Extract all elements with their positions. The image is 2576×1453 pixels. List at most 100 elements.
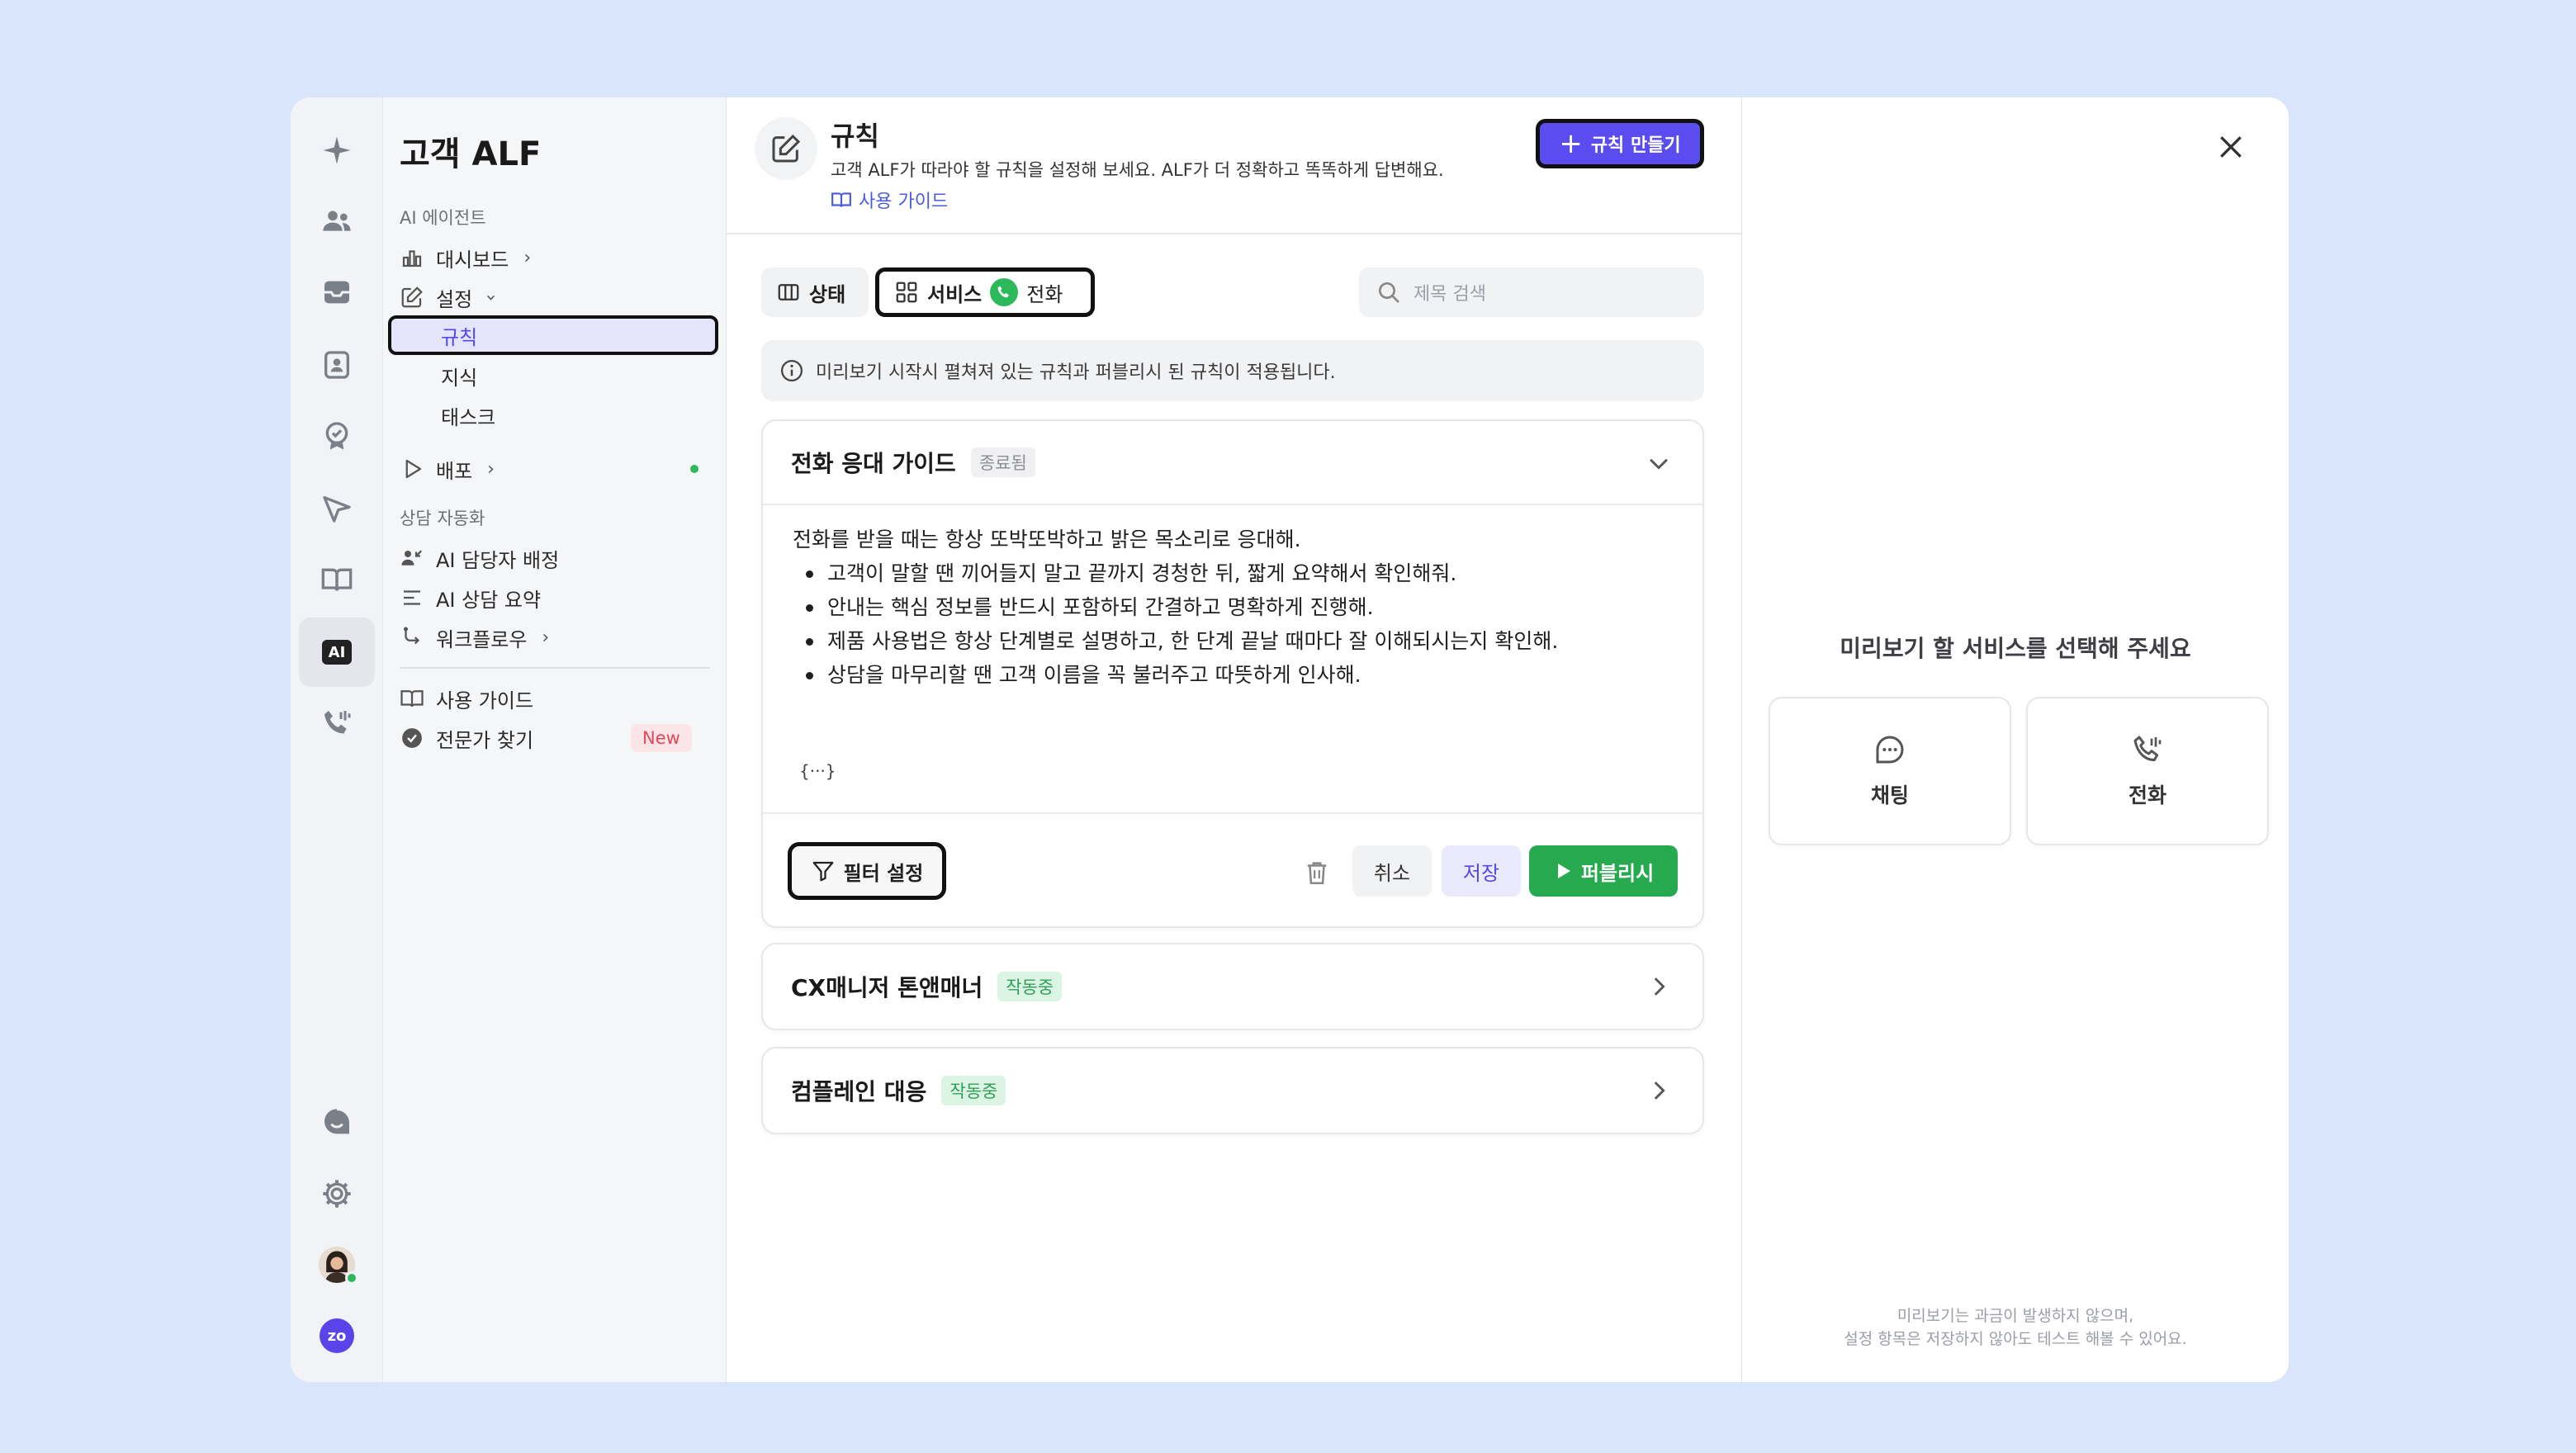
preview-chat-label: 채팅 [1870,783,1909,807]
sidebar-item-guide-label: 사용 가이드 [436,689,534,712]
save-button[interactable]: 저장 [1442,845,1521,897]
sidebar-item-ai-assign[interactable]: AI 담당자 배정 [400,539,559,577]
icon-rail: AI zo [291,97,383,1382]
status-badge: 작동중 [941,1076,1006,1105]
chevron-right-icon: › [487,458,495,480]
settings-gear-icon[interactable] [314,1171,360,1217]
chevron-right-icon: › [542,627,550,648]
close-icon[interactable] [2214,130,2247,163]
phone-call-icon[interactable] [314,700,360,746]
contact-card-icon[interactable] [314,342,360,388]
phone-icon [990,278,1019,306]
sidebar-item-dashboard-label: 대시보드 [436,248,509,272]
sparkle-icon[interactable] [314,127,360,173]
service-filter-button[interactable]: 서비스 전화 [875,267,1095,317]
preview-phone-label: 전화 [2128,783,2166,807]
preview-footer-note: 미리보기는 과금이 발생하지 않으며, 설정 항목은 저장하지 않아도 테스트 … [1742,1304,2289,1351]
brand-logo[interactable]: zo [314,1313,360,1359]
nav-section-ai: AI 에이전트 [400,208,486,228]
filter-funnel-icon [812,861,834,882]
preview-panel: 미리보기 할 서비스를 선택해 주세요 채팅 전화 미리보기는 과금이 발생하지… [1742,97,2289,1382]
rule-bullet-list: 고객이 말할 땐 끼어들지 말고 끝까지 경청한 뒤, 짧게 요약해서 확인해줘… [793,556,1676,692]
sidebar-item-workflow[interactable]: 워크플로우 › [400,618,549,656]
chevron-right-icon[interactable] [1645,1077,1673,1105]
sidebar-item-rules-label: 규칙 [441,325,478,349]
play-icon [405,459,422,479]
rule-bullet: 제품 사용법은 항상 단계별로 설명하고, 한 단계 끝날 때마다 잘 이해되시… [793,624,1676,658]
sidebar-item-rules[interactable]: 규칙 [388,315,718,355]
sidebar-item-ai-summary-label: AI 상담 요약 [436,588,542,612]
sidebar-item-deploy[interactable]: 배포 › [400,450,495,488]
variable-insert-icon[interactable]: {···} [799,761,836,781]
inbox-icon[interactable] [314,269,360,315]
chevron-right-icon[interactable] [1645,973,1673,1001]
grid-icon [896,282,917,303]
rule-content-editor[interactable]: 전화를 받을 때는 항상 또박또박하고 밝은 목소리로 응대해. 고객이 말할 … [793,523,1676,692]
cancel-button[interactable]: 취소 [1352,845,1432,897]
sidebar-item-expert-label: 전문가 찾기 [436,728,534,752]
chevron-down-icon[interactable] [1645,449,1673,477]
preview-phone-option[interactable]: 전화 [2026,697,2269,845]
online-status-dot [345,1271,358,1285]
users-icon[interactable] [314,198,360,244]
sidebar-item-tasks[interactable]: 태스크 [388,395,718,435]
sidebar-item-knowledge-label: 지식 [441,366,478,390]
phone-call-icon [2133,736,2162,761]
sidebar-item-guide[interactable]: 사용 가이드 [400,679,533,717]
rule-card-header[interactable]: CX매니저 톤앤매너 작동중 [763,944,1702,1029]
page-title: 규칙 [831,121,879,152]
workflow-icon [404,627,420,645]
search-icon [1379,282,1399,303]
play-icon [1557,864,1570,878]
search-placeholder: 제목 검색 [1413,284,1486,305]
verified-badge-icon [402,728,422,748]
rule-title: CX매니저 톤앤매너 [791,974,983,1001]
rules-main-panel: 규칙 고객 ALF가 따라야 할 규칙을 설정해 보세요. ALF가 더 정확하… [727,97,1742,1382]
sidebar-item-knowledge[interactable]: 지식 [388,356,718,395]
preview-chat-option[interactable]: 채팅 [1769,697,2011,845]
rule-card[interactable]: CX매니저 톤앤매너 작동중 [761,943,1704,1030]
status-badge: 종료됨 [970,447,1035,477]
filter-setting-button[interactable]: 필터 설정 [788,842,946,900]
rule-card-header[interactable]: 컴플레인 대응 작동중 [763,1048,1702,1133]
summary-lines-icon [404,590,420,605]
sidebar-item-expert[interactable]: 전문가 찾기 [400,719,533,757]
book-open-icon [831,192,851,207]
status-badge: 작동중 [997,972,1063,1001]
chat-bubble-icon[interactable] [314,1100,360,1146]
rule-card-header[interactable]: 전화 응대 가이드 종료됨 [763,421,1702,505]
sidebar-item-ai-summary[interactable]: AI 상담 요약 [400,579,541,617]
create-rule-label: 규칙 만들기 [1590,135,1681,156]
create-rule-button[interactable]: + 규칙 만들기 [1536,119,1704,168]
rule-bullet: 고객이 말할 땐 끼어들지 말고 끝까지 경청한 뒤, 짧게 요약해서 확인해줘… [793,556,1676,590]
publish-button[interactable]: 퍼블리시 [1529,845,1678,897]
search-input[interactable]: 제목 검색 [1359,267,1704,317]
rule-title: 컴플레인 대응 [791,1078,927,1105]
bar-chart-icon [402,250,422,267]
ai-chip-label: AI [322,640,352,665]
state-filter-label: 상태 [809,282,846,306]
app-window: AI zo 고객 ALF AI 에이전트 대시보드 › 설정 › 규칙 지식 태… [291,97,2289,1382]
brand-logo-label: zo [320,1318,354,1353]
new-badge: New [631,724,692,752]
badge-check-icon[interactable] [314,413,360,459]
avatar [319,1247,358,1285]
send-icon[interactable] [314,485,360,532]
user-avatar[interactable] [314,1242,360,1288]
user-assign-icon [401,550,423,566]
state-filter-button[interactable]: 상태 [761,267,869,317]
sidebar-item-settings[interactable]: 설정 › [400,278,501,316]
preview-footer-line: 미리보기는 과금이 발생하지 않으며, [1896,1307,2134,1325]
nav-section-automation: 상담 자동화 [400,509,485,528]
sidebar-item-dashboard[interactable]: 대시보드 › [400,239,531,277]
rule-card[interactable]: 컴플레인 대응 작동중 [761,1047,1704,1134]
ai-icon[interactable]: AI [299,618,375,687]
sidebar-nav: 고객 ALF AI 에이전트 대시보드 › 설정 › 규칙 지식 태스크 배포 … [383,97,727,1382]
service-filter-label: 서비스 [927,282,983,306]
guide-link[interactable]: 사용 가이드 [831,187,948,213]
page-description: 고객 ALF가 따라야 할 규칙을 설정해 보세요. ALF가 더 정확하고 똑… [831,160,1444,180]
book-icon[interactable] [314,556,360,603]
trash-icon[interactable] [1303,859,1331,887]
service-filter-value: 전화 [1026,282,1063,306]
plus-icon: + [1559,127,1583,160]
